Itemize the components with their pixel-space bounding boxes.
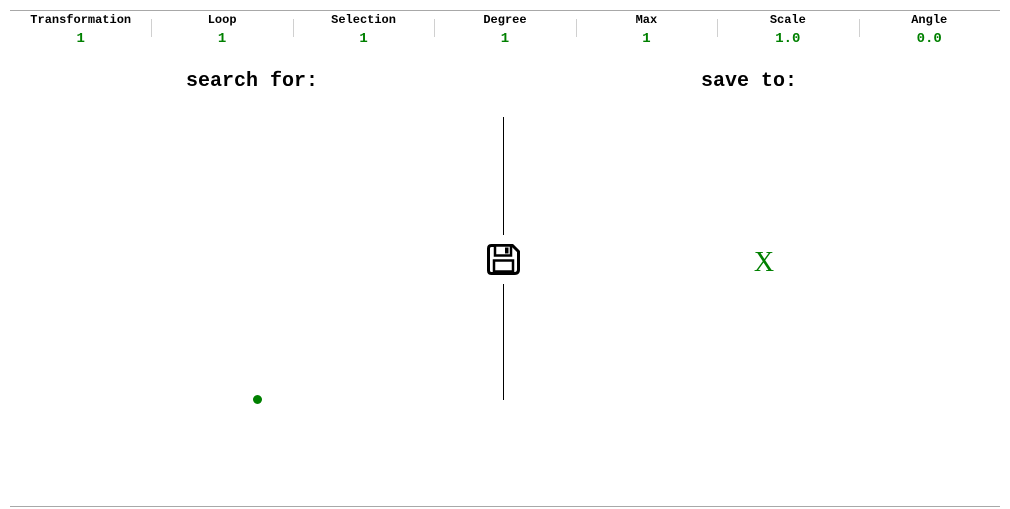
stat-angle: Angle 0.0 — [858, 11, 1000, 47]
stat-label: Loop — [207, 13, 237, 27]
stat-selection: Selection 1 — [292, 11, 434, 47]
search-dot-icon[interactable] — [253, 395, 262, 404]
stat-value: 0.0 — [916, 31, 942, 47]
stat-value: 1 — [642, 31, 651, 47]
stat-label: Scale — [769, 13, 806, 27]
save-target-marker[interactable]: X — [748, 248, 780, 278]
stat-value: 1 — [217, 31, 227, 47]
floppy-disk-icon — [487, 244, 520, 275]
stat-label: Degree — [483, 13, 527, 27]
panel-divider-top — [503, 117, 504, 235]
stat-transformation: Transformation 1 — [10, 11, 151, 47]
stat-label: Max — [635, 13, 658, 27]
search-heading: search for: — [186, 70, 319, 93]
stat-loop: Loop 1 — [151, 11, 292, 47]
stat-label: Selection — [331, 13, 396, 27]
stats-bar: Transformation 1 Loop 1 Selection 1 Degr… — [10, 11, 1000, 47]
stat-label: Transformation — [30, 13, 132, 27]
panel-divider-bottom — [503, 284, 504, 400]
stat-scale: Scale 1.0 — [717, 11, 858, 47]
stat-degree: Degree 1 — [434, 11, 575, 47]
stat-value: 1 — [76, 31, 85, 47]
save-heading: save to: — [701, 70, 798, 93]
stat-max: Max 1 — [575, 11, 717, 47]
bottom-rule — [10, 506, 1000, 507]
stat-value: 1 — [500, 31, 510, 47]
stat-label: Angle — [911, 13, 948, 27]
stat-value: 1.0 — [775, 31, 801, 47]
save-button[interactable] — [485, 240, 523, 278]
stat-value: 1 — [359, 31, 368, 47]
